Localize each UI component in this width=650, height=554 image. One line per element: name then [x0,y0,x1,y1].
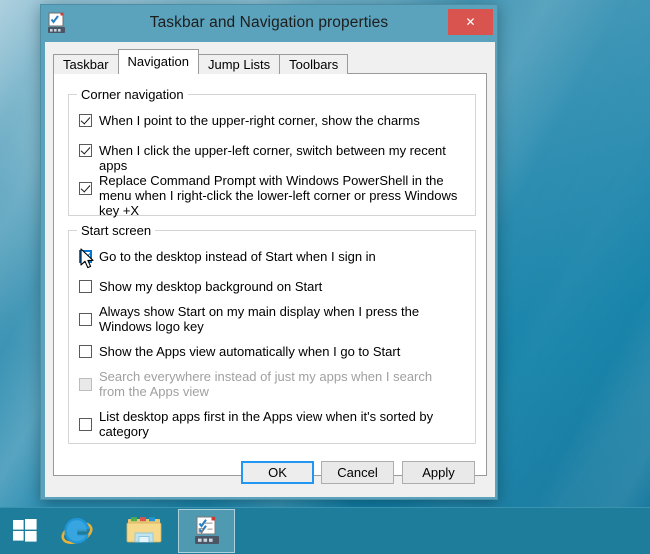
tab-jump-lists[interactable]: Jump Lists [197,54,281,74]
cancel-button[interactable]: Cancel [321,461,394,484]
checkbox-always-show-start[interactable] [79,313,92,326]
tab-navigation[interactable]: Navigation [117,49,199,74]
tab-strip: Taskbar Navigation Jump Lists Toolbars [53,49,349,74]
taskbar-properties-taskbar-button[interactable] [178,509,235,553]
label-list-desktop-apps-first: List desktop apps first in the Apps view… [99,409,434,439]
internet-explorer-button[interactable] [53,508,101,554]
label-show-desktop-background: Show my desktop background on Start [99,279,323,294]
tab-toolbars[interactable]: Toolbars [279,54,349,74]
label-show-charms: When I point to the upper-right corner, … [99,113,420,128]
checkbox-show-desktop-background[interactable] [79,280,92,293]
label-replace-command-prompt: Replace Command Prompt with Windows Powe… [99,173,458,218]
label-switch-recent-apps: When I click the upper-left corner, swit… [99,143,446,173]
checkbox-go-to-desktop[interactable] [79,250,92,263]
tab-taskbar[interactable]: Taskbar [53,54,119,74]
option-row-powershell[interactable]: Replace Command Prompt with Windows Powe… [79,173,464,218]
label-search-everywhere: Search everywhere instead of just my app… [99,369,433,399]
start-screen-group: Start screen Go to the desktop instead o… [68,223,476,444]
option-row-go-to-desktop[interactable]: Go to the desktop instead of Start when … [79,249,469,264]
ok-button[interactable]: OK [241,461,314,484]
file-explorer-button[interactable] [115,508,173,554]
taskbar-properties-icon [194,516,219,544]
file-explorer-icon [126,517,162,543]
taskbar [0,507,650,554]
option-row-always-show-start[interactable]: Always show Start on my main display whe… [79,304,454,334]
corner-navigation-group: Corner navigation When I point to the up… [68,87,476,218]
navigation-tab-panel: Corner navigation When I point to the up… [53,73,487,476]
dialog-titlebar[interactable]: Taskbar and Navigation properties ✕ [41,5,497,42]
dialog-button-bar: OK Cancel Apply [45,461,495,489]
checkbox-show-charms[interactable] [79,114,92,127]
label-always-show-start: Always show Start on my main display whe… [99,304,420,334]
checkbox-list-desktop-apps-first[interactable] [79,418,92,431]
option-row-search-everywhere: Search everywhere instead of just my app… [79,369,459,399]
checkbox-show-apps-view[interactable] [79,345,92,358]
label-go-to-desktop: Go to the desktop instead of Start when … [99,249,376,264]
checkbox-search-everywhere [79,378,92,391]
corner-navigation-legend: Corner navigation [77,87,188,102]
dialog-title: Taskbar and Navigation properties [149,14,389,31]
dialog-body: Taskbar Navigation Jump Lists Toolbars C… [45,42,495,497]
start-screen-legend: Start screen [77,223,156,238]
option-row-apps-view-auto[interactable]: Show the Apps view automatically when I … [79,344,469,359]
internet-explorer-icon [61,518,93,544]
option-row-switch-apps[interactable]: When I click the upper-left corner, swit… [79,143,469,173]
close-icon[interactable]: ✕ [448,9,493,35]
option-row-charms[interactable]: When I point to the upper-right corner, … [79,113,469,128]
checkbox-switch-recent-apps[interactable] [79,144,92,157]
start-button[interactable] [0,508,50,554]
windows-logo-icon [13,519,37,542]
apply-button[interactable]: Apply [402,461,475,484]
label-show-apps-view: Show the Apps view automatically when I … [99,344,401,359]
checkbox-replace-command-prompt[interactable] [79,182,92,195]
option-row-list-desktop-apps[interactable]: List desktop apps first in the Apps view… [79,409,454,439]
option-row-desktop-background[interactable]: Show my desktop background on Start [79,279,469,294]
taskbar-navigation-properties-dialog: Taskbar and Navigation properties ✕ Task… [40,4,498,500]
